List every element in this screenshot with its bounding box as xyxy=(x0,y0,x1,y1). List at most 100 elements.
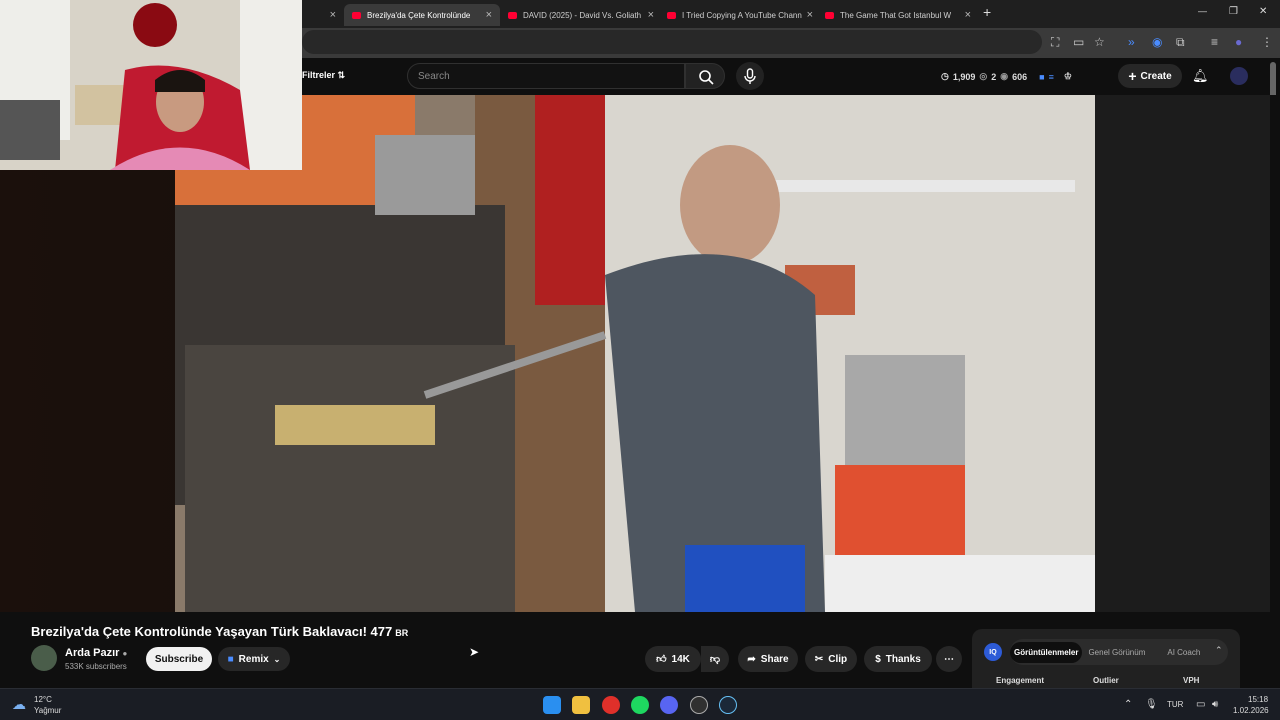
filters-button[interactable]: Filtreler ⇅ xyxy=(302,70,345,81)
youtube-favicon-icon xyxy=(508,11,517,19)
clip-label: Clip xyxy=(828,653,848,665)
tab-close-prev[interactable]: × xyxy=(322,4,336,26)
share-icon: ➦ xyxy=(747,653,756,665)
weather-temp: 12°C xyxy=(34,695,52,704)
chrome-icon[interactable] xyxy=(602,696,620,714)
obs-icon[interactable] xyxy=(690,696,708,714)
address-bar[interactable] xyxy=(302,30,1042,54)
tab-label: Brezilya'da Çete Kontrolünde xyxy=(367,10,471,20)
search-button[interactable] xyxy=(685,63,725,89)
media-icon[interactable]: ≡ xyxy=(1211,35,1218,49)
close-icon[interactable]: × xyxy=(486,9,492,21)
extension-iq-icon[interactable]: ◉ xyxy=(1152,35,1162,49)
windows-start-icon[interactable] xyxy=(543,696,561,714)
windows-taskbar: ☁ 12°C Yağmur ⌃ 🎙︎ TUR ▭ 🔊︎ 15:18 1.02.2… xyxy=(0,688,1280,720)
right-panel xyxy=(1095,95,1270,612)
like-button[interactable]: 👍︎ 14K xyxy=(645,646,701,672)
clock-time[interactable]: 15:18 xyxy=(1248,695,1268,704)
tab-ai-coach[interactable]: AI Coach xyxy=(1163,648,1204,657)
tray-chevron-icon[interactable]: ⌃ xyxy=(1124,699,1132,710)
iq-icon: ■ xyxy=(227,653,234,665)
thumbs-down-icon: 👎︎ xyxy=(709,654,721,665)
puzzle-icon[interactable]: ⧉ xyxy=(1176,35,1185,50)
cast-icon[interactable]: ▭ xyxy=(1073,35,1084,49)
share-button[interactable]: ➦ Share xyxy=(738,646,798,672)
stat-watch: 606 xyxy=(1012,71,1028,82)
bulb-icon[interactable]: ♔ xyxy=(1064,71,1072,82)
channel-avatar[interactable] xyxy=(31,645,57,671)
discord-icon[interactable] xyxy=(660,696,678,714)
thanks-label: Thanks xyxy=(885,653,921,665)
translate-icon[interactable]: ⛶ xyxy=(1051,35,1059,50)
close-icon[interactable]: × xyxy=(807,9,813,21)
voice-search-button[interactable] xyxy=(736,62,764,90)
create-label: Create xyxy=(1140,70,1172,82)
share-label: Share xyxy=(760,653,789,665)
channel-name-text: Arda Pazır xyxy=(65,647,120,659)
sliders-icon: ⇅ xyxy=(337,70,346,80)
verified-icon: ● xyxy=(122,649,128,658)
extension-tabs: Görüntülenmeler Genel Görünüm AI Coach xyxy=(1010,639,1228,665)
iq-icon[interactable]: ■ xyxy=(1039,72,1044,82)
user-avatar[interactable] xyxy=(1230,67,1248,85)
bookmark-star-icon[interactable]: ☆ xyxy=(1094,35,1105,49)
weather-desc: Yağmur xyxy=(34,706,62,715)
notifications-bell-icon[interactable]: 🔔︎ xyxy=(1192,68,1209,84)
weather-icon: ☁ xyxy=(12,696,26,712)
remix-button[interactable]: ■ Remix ⌄ xyxy=(218,647,290,671)
close-icon[interactable]: × xyxy=(330,9,336,21)
dislike-button[interactable]: 👎︎ xyxy=(701,646,729,672)
profile-icon[interactable]: ● xyxy=(1235,35,1242,49)
create-button[interactable]: + Create xyxy=(1118,64,1182,88)
youtube-favicon-icon xyxy=(352,11,361,19)
browser-tab-1[interactable]: Brezilya'da Çete Kontrolünde × xyxy=(344,4,500,26)
chevron-up-icon[interactable]: ⌃ xyxy=(1215,645,1223,656)
search-input[interactable]: Search xyxy=(407,63,685,89)
more-icon: ⋯ xyxy=(944,653,954,665)
steam-icon[interactable] xyxy=(719,696,737,714)
iq-logo-icon: IQ xyxy=(984,643,1002,661)
list-icon[interactable]: ≡ xyxy=(1049,72,1054,82)
youtube-favicon-icon xyxy=(667,11,676,19)
language-indicator[interactable]: TUR xyxy=(1167,700,1183,709)
filters-label: Filtreler xyxy=(302,70,336,80)
close-window-button[interactable]: ✕ xyxy=(1259,6,1267,17)
video-frame[interactable] xyxy=(175,95,1095,612)
menu-kebab-icon[interactable]: ⋮ xyxy=(1261,35,1273,49)
watch-icon: ◉ xyxy=(1000,71,1009,81)
volume-icon[interactable]: 🔊︎ xyxy=(1212,699,1218,710)
webcam-image xyxy=(0,0,302,170)
microphone-icon[interactable]: 🎙︎ xyxy=(1145,699,1158,710)
chevron-down-icon: ⌄ xyxy=(273,654,281,664)
thanks-button[interactable]: $ Thanks xyxy=(864,646,932,672)
title-badge: BR xyxy=(395,628,409,638)
browser-tab-3[interactable]: I Tried Copying A YouTube Chann × xyxy=(667,4,813,26)
clock-icon: ◷ xyxy=(941,71,949,81)
restore-button[interactable]: ❐ xyxy=(1229,6,1238,17)
subscribe-button[interactable]: Subscribe xyxy=(146,647,212,671)
browser-tab-2[interactable]: DAVID (2025) - David Vs. Goliath × xyxy=(508,4,654,26)
browser-tab-4[interactable]: The Game That Got Istanbul W × xyxy=(825,4,971,26)
clip-button[interactable]: ✂ Clip xyxy=(805,646,857,672)
more-actions-button[interactable]: ⋯ xyxy=(936,646,962,672)
microphone-icon xyxy=(744,68,756,84)
extension-stats: ◷ 1,909 ◎ 2 ◉ 606 ■ ≡ ♔ xyxy=(941,71,1072,82)
close-icon[interactable]: × xyxy=(965,9,971,21)
new-tab-button[interactable]: + xyxy=(983,4,991,20)
spotify-icon[interactable] xyxy=(631,696,649,714)
close-icon[interactable]: × xyxy=(648,9,654,21)
display-icon[interactable]: ▭ xyxy=(1196,699,1205,710)
like-count: 14K xyxy=(671,653,690,665)
clock-date[interactable]: 1.02.2026 xyxy=(1233,706,1269,715)
tab-goruntulenmeler[interactable]: Görüntülenmeler xyxy=(1010,641,1083,663)
mouse-cursor-icon: ➤ xyxy=(469,645,480,659)
tab-label: The Game That Got Istanbul W xyxy=(840,10,952,20)
channel-name[interactable]: Arda Pazır ● xyxy=(65,647,127,659)
video-content-image xyxy=(175,95,1095,612)
subscriber-count: 533K subscribers xyxy=(65,662,127,671)
scissors-icon: ✂ xyxy=(814,653,824,665)
file-explorer-icon[interactable] xyxy=(572,696,590,714)
tab-genel-gorunum[interactable]: Genel Görünüm xyxy=(1084,648,1149,657)
extension-icon[interactable]: » xyxy=(1128,35,1135,49)
minimize-button[interactable]: — xyxy=(1198,6,1207,16)
